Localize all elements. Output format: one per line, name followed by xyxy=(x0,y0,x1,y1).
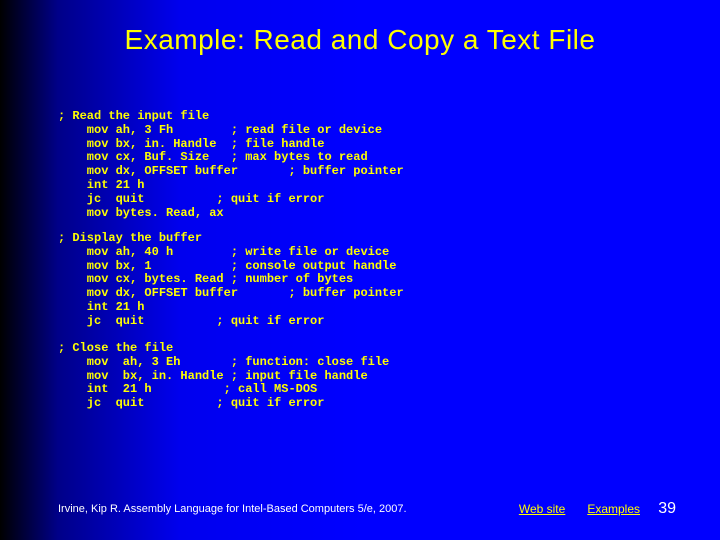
footer-credit: Irvine, Kip R. Assembly Language for Int… xyxy=(58,503,407,515)
slide-container: Example: Read and Copy a Text File ; Rea… xyxy=(0,0,720,540)
code-block-close: ; Close the file mov ah, 3 Eh ; function… xyxy=(58,342,389,411)
page-number: 39 xyxy=(658,500,676,518)
link-examples[interactable]: Examples xyxy=(587,502,640,516)
code-block-display: ; Display the buffer mov ah, 40 h ; writ… xyxy=(58,232,404,329)
footer: Irvine, Kip R. Assembly Language for Int… xyxy=(0,502,720,516)
link-web-site[interactable]: Web site xyxy=(519,502,565,516)
code-block-read: ; Read the input file mov ah, 3 Fh ; rea… xyxy=(58,110,404,220)
slide-title: Example: Read and Copy a Text File xyxy=(0,0,720,56)
